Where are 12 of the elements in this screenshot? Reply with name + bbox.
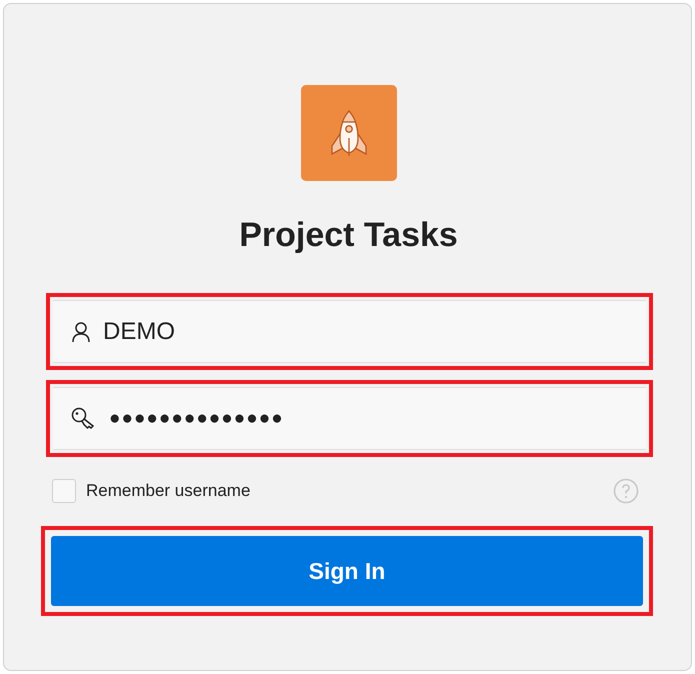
remember-label[interactable]: Remember username <box>86 481 250 501</box>
password-dots: ●●●●●●●●●●●●●● <box>109 408 284 430</box>
password-field[interactable]: ●●●●●●●●●●●●●● <box>53 387 646 450</box>
field-value: DEMO <box>103 318 175 346</box>
sign-in-button[interactable]: Sign In <box>51 536 643 606</box>
user-icon <box>71 320 91 342</box>
help-icon[interactable] <box>613 478 639 504</box>
username-field[interactable]: DEMO <box>53 300 646 363</box>
rocket-logo-icon <box>300 85 396 181</box>
app-title: Project Tasks <box>238 215 459 255</box>
key-icon <box>71 406 97 430</box>
remember-checkbox[interactable] <box>52 479 76 503</box>
